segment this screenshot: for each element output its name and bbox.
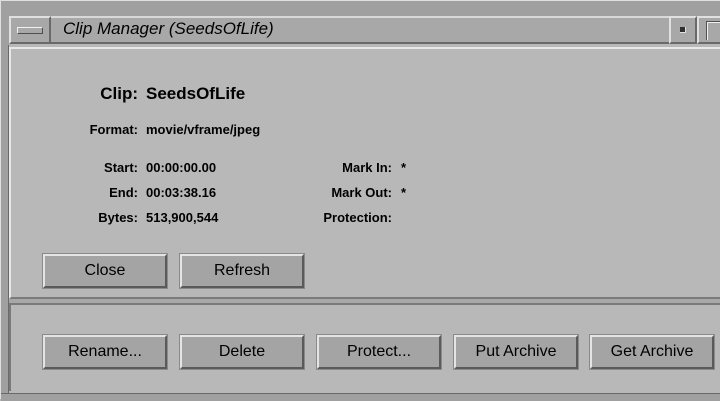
minimize-icon [680, 27, 686, 33]
start-value: 00:00:00.00 [146, 160, 217, 175]
protection-label: Protection: [323, 210, 392, 225]
window-title: Clip Manager (SeedsOfLife) [63, 19, 274, 38]
format-label: Format: [89, 122, 138, 137]
bytes-label: Bytes: [98, 210, 138, 225]
window-left-frame [1, 45, 9, 393]
bytes-value: 513,900,544 [146, 210, 219, 225]
window-bottom-frame [1, 393, 720, 401]
maximize-icon [706, 21, 720, 40]
mark-out-label: Mark Out: [331, 185, 392, 200]
close-button[interactable]: Close [43, 254, 167, 288]
clip-label: Clip: [100, 84, 138, 103]
mark-in-value: * [401, 160, 407, 175]
maximize-button[interactable] [697, 16, 720, 44]
put-archive-button[interactable]: Put Archive [454, 335, 578, 369]
clip-manager-window: Clip Manager (SeedsOfLife) Clip: SeedsOf… [0, 0, 720, 401]
window-menu-icon [17, 27, 43, 34]
end-value: 00:03:38.16 [146, 185, 217, 200]
mark-out-value: * [401, 185, 407, 200]
rename-button[interactable]: Rename... [43, 335, 167, 369]
start-label: Start: [104, 160, 138, 175]
format-value: movie/vframe/jpeg [146, 122, 261, 137]
minimize-button[interactable] [669, 16, 697, 44]
get-archive-button[interactable]: Get Archive [590, 335, 714, 369]
refresh-button[interactable]: Refresh [180, 254, 304, 288]
mark-in-label: Mark In: [342, 160, 392, 175]
window-top-frame [9, 1, 720, 16]
delete-button[interactable]: Delete [180, 335, 304, 369]
window-left-frame-top [1, 1, 9, 45]
end-label: End: [109, 185, 138, 200]
protect-button[interactable]: Protect... [317, 335, 441, 369]
window-menu-button[interactable] [9, 16, 51, 44]
clip-value: SeedsOfLife [146, 84, 246, 103]
